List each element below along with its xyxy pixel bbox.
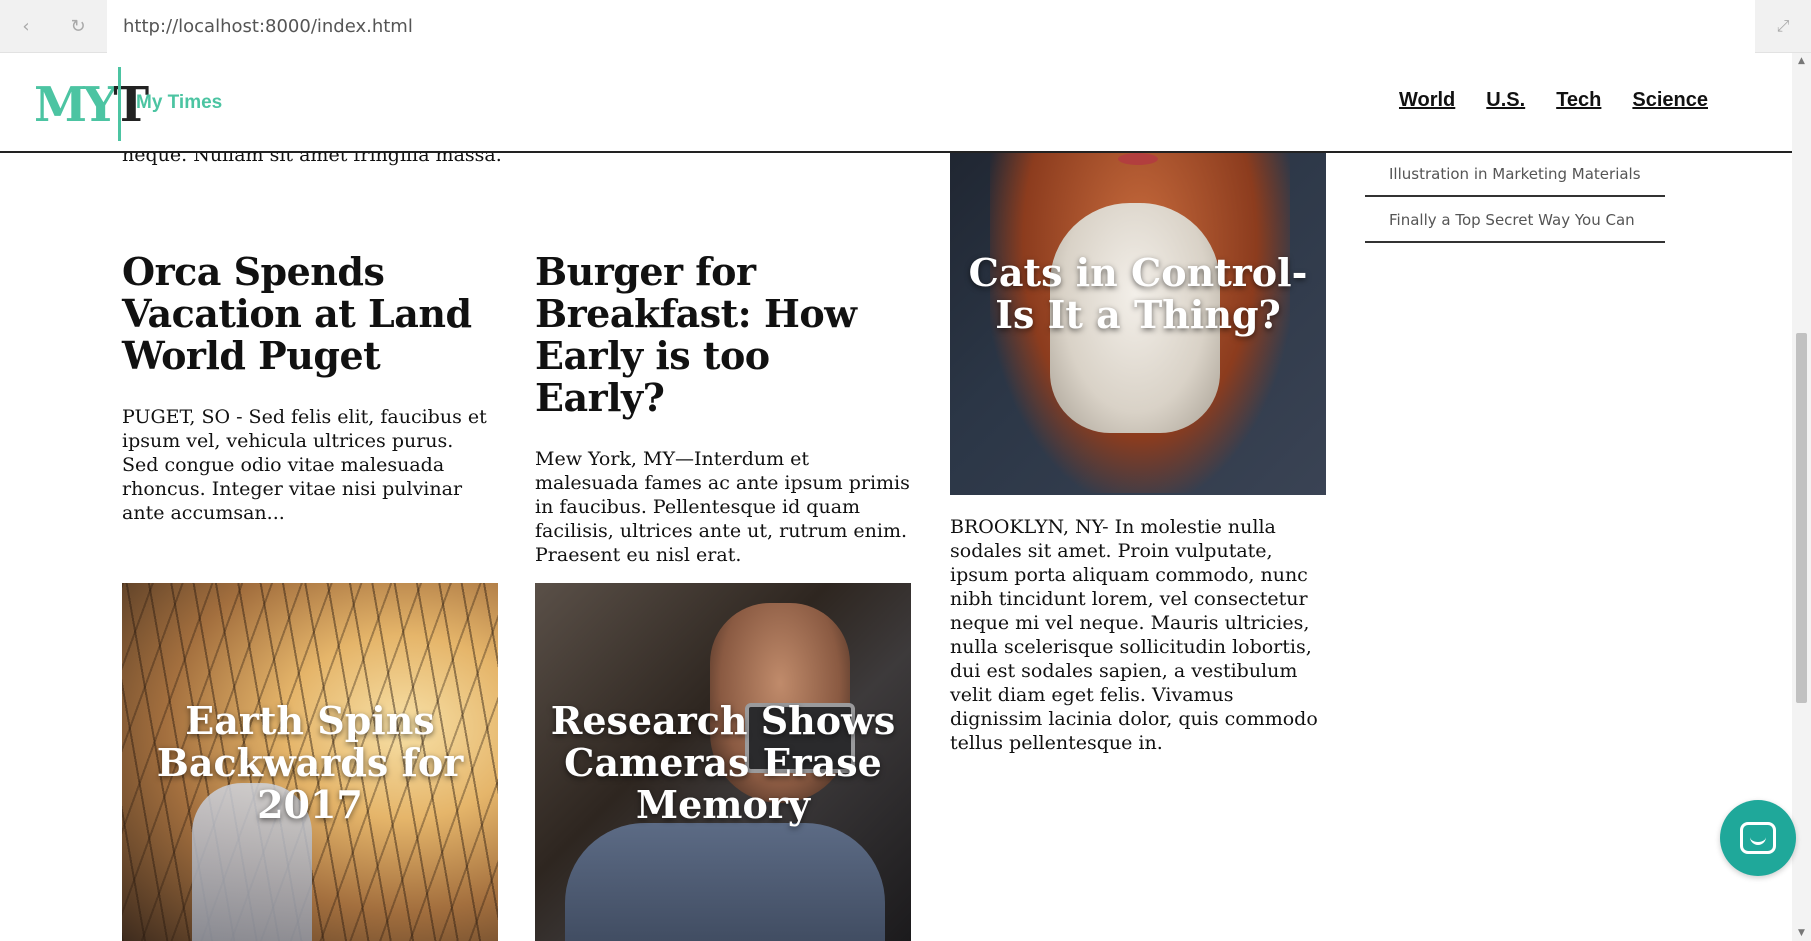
nav-link-world[interactable]: World bbox=[1399, 89, 1455, 112]
site-header: MYT My Times World U.S. Tech Science bbox=[0, 53, 1792, 153]
chat-launcher-button[interactable] bbox=[1720, 800, 1796, 876]
cats-article-body: BROOKLYN, NY- In molestie nulla sodales … bbox=[950, 516, 1318, 754]
sidebar-item[interactable]: Illustration in Marketing Materials bbox=[1365, 151, 1665, 197]
sidebar-item[interactable]: Finally a Top Secret Way You Can bbox=[1365, 197, 1665, 243]
image-card-earth[interactable]: Earth Spins Backwards for 2017 bbox=[122, 583, 498, 941]
article-burger: Burger for Breakfast: How Early is too E… bbox=[535, 251, 910, 567]
image-card-caption: Research Shows Cameras Erase Memory bbox=[550, 698, 896, 827]
logo-divider bbox=[118, 67, 121, 141]
jacket-shape bbox=[565, 823, 885, 941]
page-viewport: scelerisque. Vestibulum aliquet placerat… bbox=[0, 53, 1792, 941]
expand-icon[interactable]: ⤢ bbox=[1769, 12, 1797, 40]
scroll-down-icon[interactable]: ▼ bbox=[1792, 925, 1811, 941]
chat-icon bbox=[1740, 822, 1776, 854]
reload-icon[interactable]: ↻ bbox=[64, 12, 92, 40]
image-card-cats[interactable]: Cats in Control-Is It a Thing? bbox=[950, 133, 1326, 495]
lips-shape bbox=[1118, 153, 1158, 165]
scrollbar-thumb[interactable] bbox=[1796, 333, 1807, 703]
main-nav: World U.S. Tech Science bbox=[1399, 89, 1708, 112]
site-logo[interactable]: MYT bbox=[34, 77, 149, 133]
logo-letter: M bbox=[34, 77, 87, 133]
nav-link-science[interactable]: Science bbox=[1632, 89, 1708, 112]
vertical-scrollbar[interactable]: ▲ ▼ bbox=[1792, 53, 1811, 941]
article-orca: Orca Spends Vacation at Land World Puget… bbox=[122, 251, 492, 525]
image-card-camera[interactable]: Research Shows Cameras Erase Memory bbox=[535, 583, 911, 941]
nav-link-us[interactable]: U.S. bbox=[1486, 89, 1525, 112]
image-card-caption: Earth Spins Backwards for 2017 bbox=[156, 698, 464, 827]
browser-toolbar: ‹ ↻ http://localhost:8000/index.html ⤢ bbox=[0, 0, 1811, 53]
article-body: Mew York, MY—Interdum et malesuada fames… bbox=[535, 448, 910, 566]
back-icon[interactable]: ‹ bbox=[12, 12, 40, 40]
logo-letter: Y bbox=[83, 77, 117, 133]
article-title[interactable]: Burger for Breakfast: How Early is too E… bbox=[535, 251, 910, 419]
image-card-caption: Cats in Control-Is It a Thing? bbox=[968, 250, 1308, 337]
article-title[interactable]: Orca Spends Vacation at Land World Puget bbox=[122, 251, 492, 377]
scroll-up-icon[interactable]: ▲ bbox=[1792, 53, 1811, 69]
nav-link-tech[interactable]: Tech bbox=[1556, 89, 1601, 112]
article-body: PUGET, SO - Sed felis elit, faucibus et … bbox=[122, 406, 487, 524]
site-name[interactable]: My Times bbox=[136, 92, 222, 114]
address-bar[interactable]: http://localhost:8000/index.html bbox=[107, 0, 1755, 53]
url-text: http://localhost:8000/index.html bbox=[123, 16, 413, 37]
